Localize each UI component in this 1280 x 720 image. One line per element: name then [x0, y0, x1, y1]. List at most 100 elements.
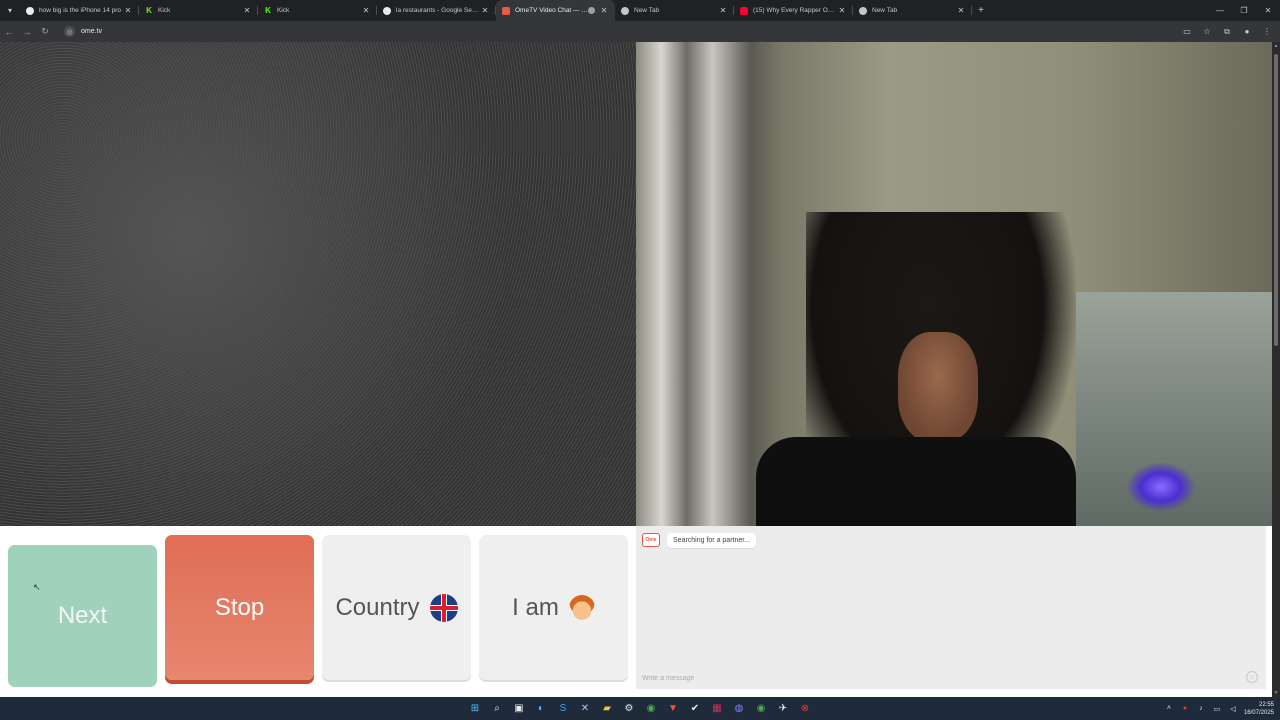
emoji-icon[interactable]: ☺: [1246, 671, 1258, 683]
system-tray: ˄ ● ♪ ▭ ◁ 22:55 16/07/2025: [1164, 697, 1274, 720]
taskbar-apps: ⊞ ⌕ ▣ ◐ S ✕ ▰ ⚙ ◉ ▼ ✔ ▦ ◍ ◉ ✈ ⊗: [466, 697, 814, 720]
tab-kick-2[interactable]: K Kick ✕: [258, 0, 377, 21]
tab-strip: ▾ how big is the iPhone 14 pro ✕ K Kick …: [0, 0, 1280, 21]
tab-title: Kick: [277, 7, 290, 14]
copilot-icon[interactable]: ◐: [532, 700, 550, 718]
tab-close-icon[interactable]: ✕: [718, 6, 728, 15]
tab-close-icon[interactable]: ✕: [361, 6, 371, 15]
scrollbar-thumb[interactable]: [1274, 54, 1278, 346]
tab-new-tab-1[interactable]: New Tab ✕: [615, 0, 734, 21]
webcam-background: [1126, 462, 1196, 512]
tab-title: Kick: [158, 7, 171, 14]
country-button[interactable]: Country: [322, 535, 471, 680]
tab-title: (15) Why Every Rapper Owned: [753, 7, 837, 14]
toolbar-actions: ▭ ☆ ⧉ ● ⋮: [1180, 21, 1274, 42]
next-button[interactable]: Next: [8, 545, 157, 687]
tab-new-tab-2[interactable]: New Tab ✕: [853, 0, 972, 21]
file-explorer-icon[interactable]: ▰: [598, 700, 616, 718]
clock-time: 22:55: [1258, 701, 1274, 708]
chat-controls: Next Stop Country I am: [0, 526, 636, 697]
recording-indicator-icon: [588, 7, 595, 14]
webcam-person: [898, 332, 978, 442]
status-message: Searching for a partner...: [667, 533, 757, 548]
country-label: Country: [335, 593, 420, 621]
forward-arrow-icon[interactable]: →: [18, 23, 36, 41]
ometv-page: Next Stop Country I am Ome Searching for…: [0, 42, 1272, 697]
network-icon[interactable]: ▭: [1212, 704, 1222, 714]
xbox-icon[interactable]: ✕: [576, 700, 594, 718]
windows-taskbar: ⊞ ⌕ ▣ ◐ S ✕ ▰ ⚙ ◉ ▼ ✔ ▦ ◍ ◉ ✈ ⊗ ˄ ● ♪ ▭ …: [0, 697, 1280, 720]
install-app-icon[interactable]: ▭: [1180, 25, 1194, 39]
scroll-down-icon[interactable]: ▼: [1272, 689, 1280, 697]
youtube-favicon-icon: [740, 6, 748, 15]
back-arrow-icon[interactable]: ←: [0, 23, 18, 41]
tab-close-icon[interactable]: ✕: [956, 6, 966, 15]
more-menu-icon[interactable]: ⋮: [1260, 25, 1274, 39]
url-text: ome.tv: [81, 28, 103, 35]
close-window-icon[interactable]: ✕: [1256, 0, 1280, 21]
clock[interactable]: 22:55 16/07/2025: [1244, 701, 1274, 717]
male-avatar-icon: [568, 594, 595, 621]
skype-icon[interactable]: S: [554, 700, 572, 718]
tab-search-icon[interactable]: ▾: [0, 0, 20, 21]
tab-youtube[interactable]: (15) Why Every Rapper Owned ✕: [734, 0, 853, 21]
chrome-icon[interactable]: ◉: [642, 700, 660, 718]
clock-date: 16/07/2025: [1243, 709, 1274, 716]
site-info-icon[interactable]: ◎: [64, 26, 75, 37]
own-webcam-video: [636, 42, 1272, 526]
tab-close-icon[interactable]: ✕: [837, 6, 847, 15]
window-controls: — ❐ ✕: [1208, 0, 1280, 21]
mouse-cursor-icon: ↖: [33, 582, 41, 592]
new-tab-button[interactable]: +: [972, 0, 990, 21]
tab-title: how big is the iPhone 14 pro: [39, 7, 122, 14]
tray-overflow-icon[interactable]: ˄: [1164, 704, 1174, 714]
settings-gear-icon[interactable]: ⚙: [620, 700, 638, 718]
messenger-icon[interactable]: ◍: [730, 700, 748, 718]
page-scrollbar[interactable]: ▲ ▼: [1272, 42, 1280, 697]
address-bar[interactable]: ◎ ome.tv: [60, 24, 1160, 40]
obs-icon[interactable]: ⊗: [796, 700, 814, 718]
bookmark-star-icon[interactable]: ☆: [1200, 25, 1214, 39]
extensions-icon[interactable]: ⧉: [1220, 25, 1234, 39]
chrome-active-icon[interactable]: ◉: [752, 700, 770, 718]
tab-title: la restaurants - Google Search: [396, 7, 480, 14]
gender-button[interactable]: I am: [479, 535, 628, 680]
profile-icon[interactable]: ●: [1240, 25, 1254, 39]
chrome-favicon-icon: [859, 6, 867, 15]
tab-iphone-search[interactable]: how big is the iPhone 14 pro ✕: [20, 0, 139, 21]
message-input[interactable]: [642, 671, 1242, 685]
microphone-icon[interactable]: ♪: [1196, 704, 1206, 714]
task-view-icon[interactable]: ▣: [510, 700, 528, 718]
tray-app-icon[interactable]: ●: [1180, 704, 1190, 714]
media-app-icon[interactable]: ▦: [708, 700, 726, 718]
tab-restaurants-search[interactable]: la restaurants - Google Search ✕: [377, 0, 496, 21]
tab-close-icon[interactable]: ✕: [480, 6, 490, 15]
steam-2-icon[interactable]: ✈: [774, 700, 792, 718]
ometv-logo-icon: Ome: [642, 533, 660, 547]
windows-start-icon[interactable]: ⊞: [466, 700, 484, 718]
restore-icon[interactable]: ❐: [1232, 0, 1256, 21]
tab-close-icon[interactable]: ✕: [123, 6, 133, 15]
stop-button[interactable]: Stop: [165, 535, 314, 680]
chrome-favicon-icon: [621, 6, 629, 15]
tab-title: New Tab: [872, 7, 898, 14]
tab-title: OmeTV Video Chat — Ome: [515, 7, 588, 14]
ometv-favicon-icon: [502, 6, 510, 15]
volume-icon[interactable]: ◁: [1228, 704, 1238, 714]
search-icon[interactable]: ⌕: [488, 700, 506, 718]
tab-kick-1[interactable]: K Kick ✕: [139, 0, 258, 21]
scroll-up-icon[interactable]: ▲: [1272, 42, 1280, 50]
partner-video-static: [0, 42, 636, 526]
steam-icon[interactable]: ✔: [686, 700, 704, 718]
tab-list: how big is the iPhone 14 pro ✕ K Kick ✕ …: [20, 0, 972, 21]
kick-favicon-icon: K: [146, 6, 152, 15]
reload-icon[interactable]: ↻: [36, 23, 54, 41]
google-favicon-icon: [26, 6, 34, 15]
gender-label: I am: [512, 593, 559, 621]
chat-panel: Ome Searching for a partner... ☺: [636, 526, 1266, 689]
tab-ometv[interactable]: OmeTV Video Chat — Ome ✕: [496, 0, 615, 21]
minimize-icon[interactable]: —: [1208, 0, 1232, 21]
tab-close-icon[interactable]: ✕: [242, 6, 252, 15]
tab-close-icon[interactable]: ✕: [599, 6, 609, 15]
brave-icon[interactable]: ▼: [664, 700, 682, 718]
